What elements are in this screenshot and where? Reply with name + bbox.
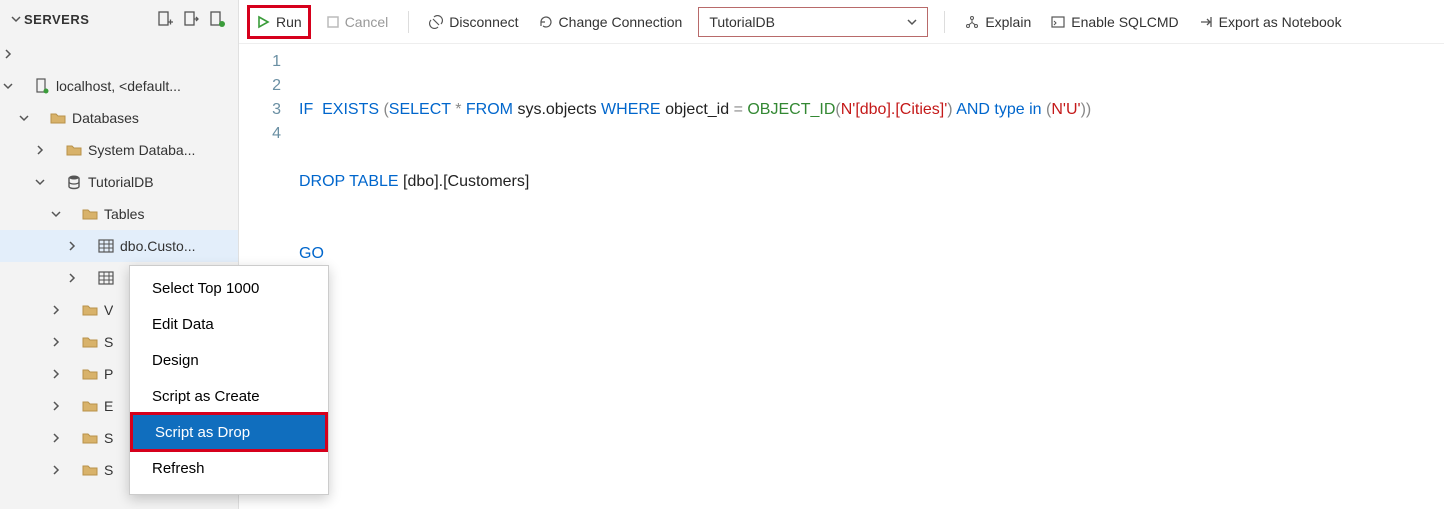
chevron-right-icon: [64, 273, 80, 283]
play-icon: [256, 15, 270, 29]
tree-icon: [965, 15, 979, 29]
folder-icon: [80, 364, 100, 384]
tree-row-server[interactable]: localhost, <default...: [0, 70, 238, 102]
folder-icon: [80, 300, 100, 320]
disconnect-label: Disconnect: [449, 14, 518, 30]
folder-icon: [48, 108, 68, 128]
folder-icon: [64, 140, 84, 160]
explain-label: Explain: [985, 14, 1031, 30]
cm-refresh[interactable]: Refresh: [130, 450, 328, 486]
folder-icon: [80, 332, 100, 352]
tree-label: S: [104, 430, 113, 446]
chevron-right-icon: [32, 145, 48, 155]
table-icon: [96, 236, 116, 256]
code-line: [299, 314, 1444, 338]
chevron-right-icon: [0, 49, 16, 59]
sidebar-title: SERVERS: [24, 12, 152, 27]
database-dropdown[interactable]: TutorialDB: [698, 7, 928, 37]
code-line: IF EXISTS (SELECT * FROM sys.objects WHE…: [299, 98, 1444, 122]
cm-edit-data[interactable]: Edit Data: [130, 306, 328, 342]
folder-icon: [80, 460, 100, 480]
line-number: 4: [239, 122, 281, 146]
tree-row-tutorialdb[interactable]: TutorialDB: [0, 166, 238, 198]
refresh-icon: [539, 15, 553, 29]
chevron-right-icon: [48, 305, 64, 315]
toolbar-separator: [944, 11, 945, 33]
cancel-button[interactable]: Cancel: [317, 7, 399, 37]
line-number: 1: [239, 50, 281, 74]
main-area: Run Cancel Disconnect Change Connection …: [239, 0, 1444, 509]
change-connection-label: Change Connection: [559, 14, 683, 30]
query-toolbar: Run Cancel Disconnect Change Connection …: [239, 0, 1444, 44]
disconnect-icon: [429, 15, 443, 29]
folder-icon: [80, 428, 100, 448]
cm-script-drop[interactable]: Script as Drop: [130, 412, 328, 452]
chevron-right-icon: [64, 241, 80, 251]
cm-design[interactable]: Design: [130, 342, 328, 378]
folder-icon: [80, 396, 100, 416]
dropdown-value: TutorialDB: [709, 14, 775, 30]
tree-label: dbo.Custo...: [120, 238, 196, 254]
enable-sqlcmd-label: Enable SQLCMD: [1071, 14, 1178, 30]
chevron-right-icon: [48, 337, 64, 347]
server-add-icon[interactable]: [152, 6, 178, 32]
line-number: 3: [239, 98, 281, 122]
table-context-menu: Select Top 1000 Edit Data Design Script …: [129, 265, 329, 495]
chevron-down-icon: [48, 209, 64, 219]
chevron-right-icon: [48, 433, 64, 443]
terminal-icon: [1051, 15, 1065, 29]
sidebar-header: SERVERS: [0, 0, 238, 38]
tree-row-sysdb[interactable]: System Databa...: [0, 134, 238, 166]
chevron-right-icon: [48, 401, 64, 411]
run-label: Run: [276, 14, 302, 30]
tree-label: TutorialDB: [88, 174, 154, 190]
tree-label: E: [104, 398, 113, 414]
tree-row-databases[interactable]: Databases: [0, 102, 238, 134]
server-connect-icon[interactable]: [178, 6, 204, 32]
cm-script-create[interactable]: Script as Create: [130, 378, 328, 414]
code-area[interactable]: IF EXISTS (SELECT * FROM sys.objects WHE…: [295, 44, 1444, 509]
line-number: 2: [239, 74, 281, 98]
stop-icon: [327, 16, 339, 28]
folder-icon: [80, 204, 100, 224]
database-icon: [64, 172, 84, 192]
tree-label: Databases: [72, 110, 139, 126]
chevron-down-icon: [32, 177, 48, 187]
export-notebook-button[interactable]: Export as Notebook: [1189, 7, 1352, 37]
server-active-icon[interactable]: [204, 6, 230, 32]
run-button[interactable]: Run: [247, 5, 311, 39]
tree-row-tables[interactable]: Tables: [0, 198, 238, 230]
tree-label: S: [104, 334, 113, 350]
tree-label: System Databa...: [88, 142, 195, 158]
chevron-right-icon: [48, 465, 64, 475]
chevron-down-icon: [16, 113, 32, 123]
cm-select-top[interactable]: Select Top 1000: [130, 270, 328, 306]
cancel-label: Cancel: [345, 14, 389, 30]
enable-sqlcmd-button[interactable]: Enable SQLCMD: [1041, 7, 1188, 37]
tree-label: V: [104, 302, 113, 318]
chevron-right-icon: [48, 369, 64, 379]
sql-editor[interactable]: 1 2 3 4 IF EXISTS (SELECT * FROM sys.obj…: [239, 44, 1444, 509]
disconnect-button[interactable]: Disconnect: [419, 7, 528, 37]
tree-label: P: [104, 366, 113, 382]
code-line: GO: [299, 242, 1444, 266]
code-line: DROP TABLE [dbo].[Customers]: [299, 170, 1444, 194]
chevron-down-icon[interactable]: [8, 14, 24, 24]
tree-row-dbo-custo[interactable]: dbo.Custo...: [0, 230, 238, 262]
tree-label: S: [104, 462, 113, 478]
chevron-down-icon: [0, 81, 16, 91]
tree-row-blank[interactable]: [0, 38, 238, 70]
table-icon: [96, 268, 116, 288]
change-connection-button[interactable]: Change Connection: [529, 7, 693, 37]
tree-label: Tables: [104, 206, 144, 222]
export-icon: [1199, 15, 1213, 29]
server-icon: [32, 76, 52, 96]
export-notebook-label: Export as Notebook: [1219, 14, 1342, 30]
tree-label: localhost, <default...: [56, 78, 181, 94]
explain-button[interactable]: Explain: [955, 7, 1041, 37]
toolbar-separator: [408, 11, 409, 33]
chevron-down-icon: [907, 17, 917, 27]
